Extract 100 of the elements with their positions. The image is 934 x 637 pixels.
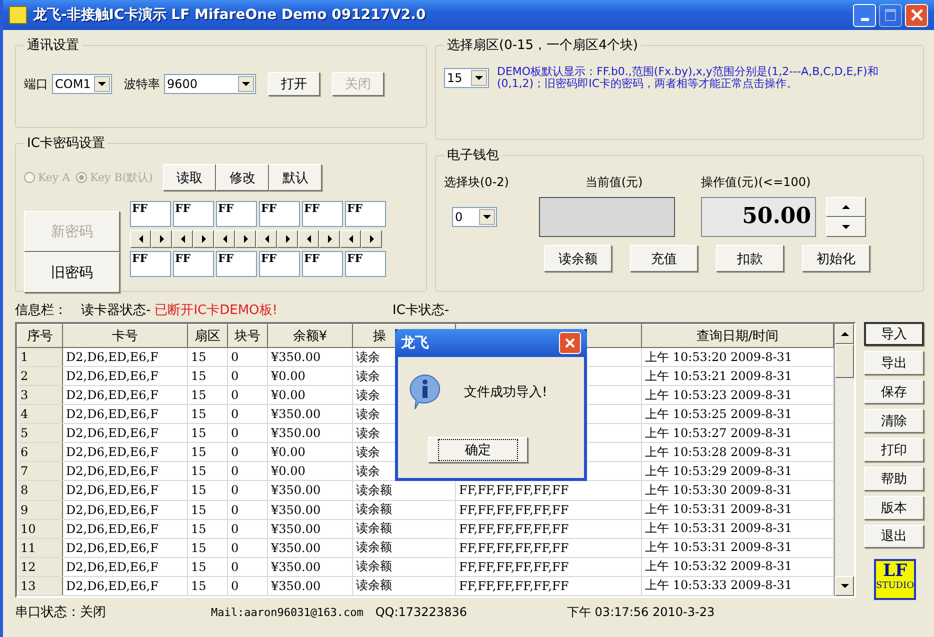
table-cell: 0 (228, 576, 268, 596)
table-cell: ¥350.00 (268, 424, 352, 443)
table-cell: 15 (188, 519, 228, 538)
baud-label: 波特率 (124, 76, 160, 92)
window-title: 龙飞-非接触IC卡演示 LF MifareOne Demo 091217V2.0 (33, 6, 427, 24)
table-cell: 读余额 (352, 538, 456, 558)
table-cell: FF,FF,FF,FF,FF,FF (456, 557, 642, 576)
table-cell: 15 (188, 424, 228, 443)
table-cell: ¥350.00 (268, 519, 352, 538)
current-value-label: 当前值(元) (584, 174, 644, 191)
table-cell: 0 (228, 519, 268, 538)
table-cell: 5 (18, 424, 62, 443)
table-cell: 0 (228, 480, 268, 500)
table-cell: ¥0.00 (268, 442, 352, 462)
table-cell: ¥350.00 (268, 557, 352, 576)
clock-text: 下午 03:17:56 2010-3-23 (566, 604, 715, 620)
qq-text: QQ:173223836 (375, 605, 467, 619)
port-label: 端口 (24, 76, 48, 92)
block-label: 选择块(0-2) (444, 174, 510, 191)
table-cell: 上午 10:53:29 2009-8-31 (642, 462, 834, 481)
table-cell: ¥0.00 (268, 386, 352, 405)
group-title: 电子钱包 (446, 147, 500, 164)
logo-text: LF (882, 563, 908, 580)
table-cell: 0 (228, 404, 268, 424)
table-cell: D2,D6,ED,E6,F (62, 480, 188, 500)
table-cell: 上午 10:53:31 2009-8-31 (642, 538, 834, 558)
amount-label: 操作值(元)(<=100) (700, 174, 812, 191)
table-cell: 上午 10:53:23 2009-8-31 (642, 386, 834, 405)
table-cell: 0 (228, 462, 268, 481)
table-cell: D2,D6,ED,E6,F (62, 538, 188, 558)
table-cell: 0 (228, 386, 268, 405)
table-cell: 读余额 (352, 557, 456, 576)
table-cell: 15 (188, 557, 228, 576)
sector-note: DEMO板默认显示：FF.b0.,范围(Fx.by),x,y范围分别是(1,2---A,B,C,D,E,F)和(0,1,2)；旧密码即IC卡的密码，两者相等才能正常点击操作。 (497, 66, 880, 90)
group-title: IC卡密码设置 (26, 135, 106, 152)
table-cell: D2,D6,ED,E6,F (62, 442, 188, 462)
table-cell: 15 (188, 366, 228, 386)
table-cell: 上午 10:53:31 2009-8-31 (642, 519, 834, 538)
table-cell: 0 (228, 348, 268, 367)
table-cell: D2,D6,ED,E6,F (62, 386, 188, 405)
table-cell: 15 (188, 462, 228, 481)
table-cell: FF,FF,FF,FF,FF,FF (456, 576, 642, 596)
reader-status-label: 读卡器状态- (81, 302, 151, 319)
table-cell: 0 (228, 538, 268, 558)
table-cell: 上午 10:53:33 2009-8-31 (642, 576, 834, 596)
table-cell: 上午 10:53:31 2009-8-31 (642, 500, 834, 520)
table-cell: 15 (188, 480, 228, 500)
serial-status: 串口状态：关闭 (15, 604, 106, 621)
table-cell: 11 (18, 538, 62, 558)
table-cell: 1 (18, 348, 62, 367)
table-cell: 读余额 (352, 576, 456, 596)
mail-text: Mail:aaron96031@163.com (211, 606, 364, 618)
table-cell: 15 (188, 538, 228, 558)
table-cell: 0 (228, 442, 268, 462)
dialog-message: 文件成功导入! (464, 384, 548, 401)
table-cell: 15 (188, 386, 228, 405)
table-cell: 0 (228, 366, 268, 386)
table-cell: 上午 10:53:30 2009-8-31 (642, 480, 834, 500)
table-cell: ¥350.00 (268, 480, 352, 500)
table-cell: 6 (18, 442, 62, 462)
table-cell: 15 (188, 500, 228, 520)
table-cell: D2,D6,ED,E6,F (62, 348, 188, 367)
logo-text: STUDIO (876, 582, 914, 592)
table-cell: 上午 10:53:28 2009-8-31 (642, 442, 834, 462)
table-cell: D2,D6,ED,E6,F (62, 404, 188, 424)
table-cell: D2,D6,ED,E6,F (62, 424, 188, 443)
table-cell: 上午 10:53:20 2009-8-31 (642, 348, 834, 367)
table-cell: 上午 10:53:21 2009-8-31 (642, 366, 834, 386)
card-status-label: IC卡状态- (392, 302, 450, 319)
table-cell: D2,D6,ED,E6,F (62, 519, 188, 538)
table-cell: 12 (18, 557, 62, 576)
table-cell: ¥350.00 (268, 500, 352, 520)
table-cell: 读余额 (352, 500, 456, 520)
reader-status: 已断开IC卡DEMO板! (154, 302, 278, 319)
table-cell: D2,D6,ED,E6,F (62, 576, 188, 596)
table-cell: 上午 10:53:32 2009-8-31 (642, 557, 834, 576)
table-cell: FF,FF,FF,FF,FF,FF (456, 500, 642, 520)
table-cell: 7 (18, 462, 62, 481)
table-cell: 9 (18, 500, 62, 520)
table-cell: ¥350.00 (268, 576, 352, 596)
table-cell: ¥350.00 (268, 404, 352, 424)
table-cell: FF,FF,FF,FF,FF,FF (456, 538, 642, 558)
table-cell: D2,D6,ED,E6,F (62, 557, 188, 576)
table-cell: 0 (228, 557, 268, 576)
table-cell: 15 (188, 348, 228, 367)
table-cell: 上午 10:53:25 2009-8-31 (642, 404, 834, 424)
table-cell: FF,FF,FF,FF,FF,FF (456, 519, 642, 538)
table-cell: 4 (18, 404, 62, 424)
table-cell: D2,D6,ED,E6,F (62, 366, 188, 386)
table-cell: 3 (18, 386, 62, 405)
table-cell: 0 (228, 424, 268, 443)
table-cell: D2,D6,ED,E6,F (62, 462, 188, 481)
group-title: 通讯设置 (26, 37, 80, 54)
table-cell: 0 (228, 500, 268, 520)
table-cell: ¥350.00 (268, 348, 352, 367)
table-cell: 15 (188, 404, 228, 424)
info-label: 信息栏： (15, 302, 67, 319)
group-title: 选择扇区(0-15，一个扇区4个块) (446, 37, 639, 54)
table-cell: 读余额 (352, 519, 456, 538)
table-cell: D2,D6,ED,E6,F (62, 500, 188, 520)
